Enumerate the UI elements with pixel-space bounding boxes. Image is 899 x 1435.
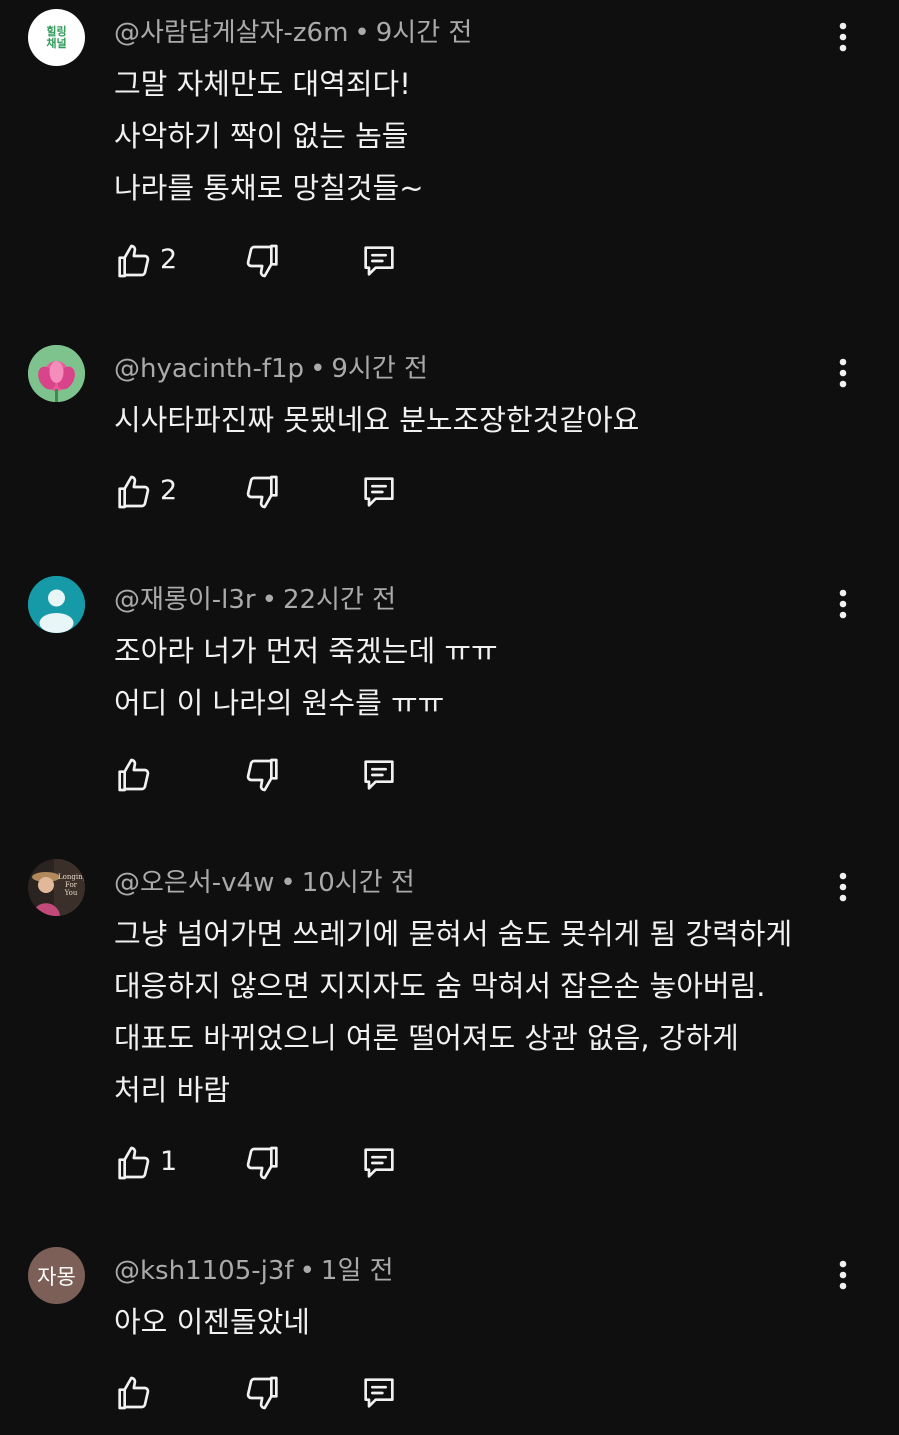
dislike-button[interactable] [242, 1372, 284, 1414]
author-handle[interactable]: @오은서-v4w [114, 868, 274, 898]
comment-line: 그말 자체만도 대역죄다! [114, 67, 411, 101]
comment-actions: 2 [112, 471, 432, 513]
like-count: 1 [160, 1146, 178, 1177]
avatar[interactable]: 자몽 [28, 1247, 85, 1304]
comment-meta: @사람답게살자-z6m • 9시간 전 [114, 18, 473, 48]
reply-button[interactable] [358, 754, 400, 796]
thumbs-up-icon [118, 475, 150, 509]
author-handle[interactable]: @사람답게살자-z6m [114, 18, 348, 48]
author-handle[interactable]: @hyacinth-f1p [114, 354, 304, 384]
more-options-button[interactable] [826, 14, 860, 60]
reply-icon [364, 246, 394, 276]
comment-actions [112, 754, 432, 796]
comment-line: 아오 이젠돌았네 [114, 1305, 310, 1339]
dislike-button[interactable] [242, 240, 284, 282]
comment-line: 사악하기 짝이 없는 놈들 [114, 119, 409, 153]
comment-line: 조아라 너가 먼저 죽겠는데 ㅠㅠ [114, 634, 498, 668]
comment-text: 아오 이젠돌았네 [114, 1296, 310, 1348]
more-vertical-icon [839, 22, 847, 52]
thumbs-down-icon [246, 475, 278, 509]
more-options-button[interactable] [826, 350, 860, 396]
like-count: 2 [160, 475, 178, 506]
avatar[interactable]: 힐링 채널 [28, 9, 85, 66]
avatar[interactable] [28, 576, 85, 633]
comment-text: 조아라 너가 먼저 죽겠는데 ㅠㅠ 어디 이 나라의 원수를 ㅠㅠ [114, 625, 498, 729]
thumbs-up-icon [118, 758, 150, 792]
thumbs-down-icon [246, 1376, 278, 1410]
comment-meta: @ksh1105-j3f • 1일 전 [114, 1256, 394, 1286]
reply-button[interactable] [358, 240, 400, 282]
person-avatar-icon [28, 576, 85, 633]
thumbs-down-icon [246, 244, 278, 278]
more-vertical-icon [839, 589, 847, 619]
comment-line: 나라를 통채로 망칠것들~ [114, 171, 424, 205]
reply-button[interactable] [358, 1142, 400, 1184]
comment-actions: 2 [112, 240, 432, 282]
comment-line: 대표도 바뀌었으니 여론 떨어져도 상관 없음, 강하게 [114, 1021, 739, 1055]
more-vertical-icon [839, 872, 847, 902]
reply-icon [364, 1378, 394, 1408]
author-handle[interactable]: @재롱이-l3r [114, 585, 256, 615]
more-vertical-icon [839, 358, 847, 388]
avatar-text: 자몽 [37, 1264, 76, 1289]
more-options-button[interactable] [826, 1252, 860, 1298]
like-button[interactable] [112, 471, 154, 513]
comment-time[interactable]: 1일 전 [321, 1256, 394, 1286]
lotus-avatar-icon [28, 345, 85, 402]
like-button[interactable] [112, 754, 154, 796]
like-button[interactable] [112, 1142, 154, 1184]
reply-icon [364, 760, 394, 790]
like-count: 2 [160, 244, 178, 275]
thumbs-down-icon [246, 1146, 278, 1180]
comment-time[interactable]: 9시간 전 [331, 354, 428, 384]
comment-actions: 1 [112, 1142, 432, 1184]
comment-meta: @오은서-v4w • 10시간 전 [114, 868, 415, 898]
like-button[interactable] [112, 240, 154, 282]
comment-line: 그냥 넘어가면 쓰레기에 묻혀서 숨도 못쉬게 됨 강력하게 [114, 917, 793, 951]
thumbs-up-icon [118, 1146, 150, 1180]
more-options-button[interactable] [826, 864, 860, 910]
reply-button[interactable] [358, 1372, 400, 1414]
comment-meta: @hyacinth-f1p • 9시간 전 [114, 354, 428, 384]
comment-line: 시사타파진짜 못됐네요 분노조장한것같아요 [114, 403, 640, 437]
comment-time[interactable]: 10시간 전 [302, 868, 415, 898]
author-handle[interactable]: @ksh1105-j3f [114, 1256, 294, 1286]
avatar[interactable]: Longing For You [28, 859, 85, 916]
comment-line: 처리 바람 [114, 1073, 230, 1107]
thumbs-up-icon [118, 244, 150, 278]
thumbs-down-icon [246, 758, 278, 792]
comment-time[interactable]: 9시간 전 [376, 18, 473, 48]
reply-icon [364, 1148, 394, 1178]
reply-button[interactable] [358, 471, 400, 513]
comment-line: 대응하지 않으면 지지자도 숨 막혀서 잡은손 놓아버림. [114, 969, 766, 1003]
comment-text: 시사타파진짜 못됐네요 분노조장한것같아요 [114, 394, 639, 446]
reply-icon [364, 477, 394, 507]
comment-actions [112, 1372, 432, 1414]
comment-meta: @재롱이-l3r • 22시간 전 [114, 585, 397, 615]
avatar-photo-caption: Longing For You [58, 873, 85, 897]
more-options-button[interactable] [826, 581, 860, 627]
avatar[interactable] [28, 345, 85, 402]
thumbs-up-icon [118, 1376, 150, 1410]
comment-line: 어디 이 나라의 원수를 ㅠㅠ [114, 686, 445, 720]
like-button[interactable] [112, 1372, 154, 1414]
comment-text: 그냥 넘어가면 쓰레기에 묻혀서 숨도 못쉬게 됨 강력하게 대응하지 않으면 … [114, 908, 792, 1116]
dislike-button[interactable] [242, 1142, 284, 1184]
dislike-button[interactable] [242, 471, 284, 513]
comment-time[interactable]: 22시간 전 [283, 585, 396, 615]
dislike-button[interactable] [242, 754, 284, 796]
comment-text: 그말 자체만도 대역죄다! 사악하기 짝이 없는 놈들 나라를 통채로 망칠것들… [114, 58, 424, 214]
avatar-text: 힐링 채널 [46, 24, 67, 50]
more-vertical-icon [839, 1260, 847, 1290]
